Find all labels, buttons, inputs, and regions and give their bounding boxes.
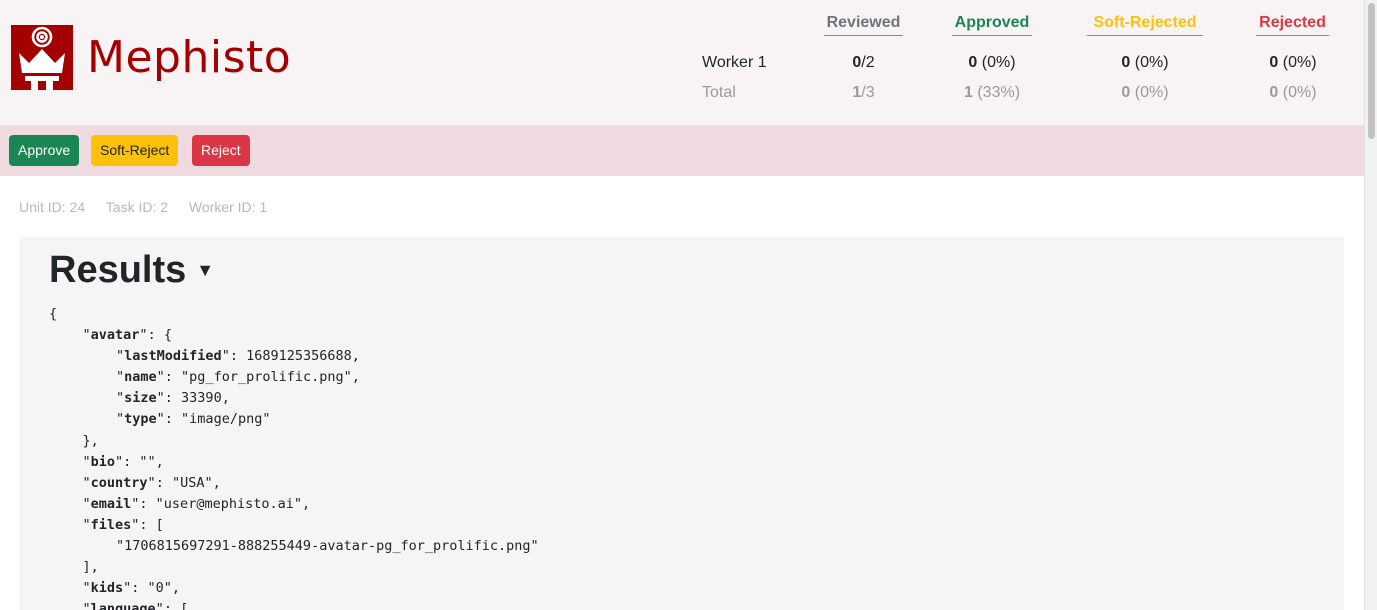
json-line: "language": [: [49, 599, 539, 610]
stat-total-rejected-count: 0: [1269, 84, 1279, 101]
json-value: : "pg_for_prolific.png",: [164, 369, 360, 386]
stat-total-reviewed-total: /3: [861, 84, 875, 101]
stat-total-approved: 1 (33%): [942, 84, 1042, 102]
json-value: : [: [163, 601, 189, 610]
json-key: lastModified: [124, 348, 222, 365]
json-value: : "0",: [131, 580, 181, 597]
json-value: "1706815697291-888255449-avatar-pg_for_p…: [116, 538, 539, 555]
stat-total-approved-pct: (33%): [972, 84, 1021, 101]
json-line: "country": "USA",: [82, 474, 221, 491]
stat-total-soft-rejected-count: 0: [1121, 84, 1131, 101]
json-value: : "USA",: [155, 474, 221, 491]
crown-broadcast-icon: [11, 25, 73, 90]
scrollbar-thumb[interactable]: [1368, 3, 1375, 139]
results-title: Results: [49, 249, 187, 291]
unit-id: Unit ID: 24: [19, 199, 86, 215]
json-line: "1706815697291-888255449-avatar-pg_for_p…: [49, 536, 539, 557]
stat-worker-soft-rejected-pct: (0%): [1130, 54, 1169, 71]
stat-total-rejected-pct: (0%): [1278, 84, 1317, 101]
json-line: "type": "image/png": [116, 411, 271, 428]
stat-header-approved: Approved: [952, 14, 1032, 36]
json-value: },: [82, 432, 99, 449]
json-line: "name": "pg_for_prolific.png",: [116, 369, 360, 386]
json-value: : {: [147, 327, 172, 344]
json-line: "avatar": {: [82, 327, 172, 344]
json-value: : "image/png": [164, 411, 271, 428]
approve-button[interactable]: Approve: [9, 135, 80, 166]
results-toggle[interactable]: Results ▼: [49, 249, 214, 292]
logo: Mephisto: [11, 25, 291, 90]
stat-header-soft-rejected: Soft-Rejected: [1087, 14, 1203, 36]
json-key: bio: [90, 453, 116, 470]
json-value: : "",: [123, 453, 164, 470]
stat-total-reviewed: 1/3: [824, 84, 903, 102]
results-json: { "avatar": { "lastModified": 168912535668…: [49, 304, 539, 610]
task-id: Task ID: 2: [105, 199, 169, 215]
json-line: "files": [: [82, 516, 164, 533]
page-scrollbar[interactable]: [1364, 0, 1377, 610]
stat-worker-soft-rejected: 0 (0%): [1095, 54, 1195, 72]
review-toolbar: Approve Soft-Reject Reject: [0, 125, 1364, 176]
unit-ids: Unit ID: 24 Task ID: 2 Worker ID: 1: [19, 199, 284, 215]
stat-row-label-total: Total: [702, 84, 736, 101]
caret-down-icon: ▼: [196, 260, 215, 280]
json-line: "bio": "",: [82, 453, 164, 470]
stat-worker-reviewed-count: 0: [852, 54, 862, 71]
json-value: : "user@mephisto.ai",: [139, 495, 311, 512]
stat-worker-soft-rejected-count: 0: [1121, 54, 1131, 71]
json-line: ],: [49, 557, 539, 578]
json-key: type: [124, 411, 157, 428]
stat-total-approved-count: 1: [963, 84, 973, 101]
stat-total-soft-rejected-pct: (0%): [1130, 84, 1169, 101]
json-value: ],: [82, 559, 99, 576]
json-key: email: [90, 495, 132, 512]
json-value: : 1689125356688,: [229, 348, 360, 365]
json-line: },: [49, 431, 539, 452]
json-key: kids: [90, 580, 124, 597]
worker-id: Worker ID: 1: [188, 199, 268, 215]
json-value: : 33390,: [164, 390, 230, 407]
json-line: "kids": "0",: [82, 580, 181, 597]
json-line: "lastModified": 1689125356688,: [116, 348, 360, 365]
json-line: "size": 33390,: [116, 390, 230, 407]
stat-worker-approved-count: 0: [968, 54, 978, 71]
json-key: files: [90, 516, 132, 533]
stat-worker-rejected: 0 (0%): [1243, 54, 1343, 72]
json-value: {: [49, 306, 58, 322]
stat-worker-rejected-count: 0: [1269, 54, 1279, 71]
stat-worker-approved: 0 (0%): [942, 54, 1042, 72]
reject-button[interactable]: Reject: [192, 135, 250, 166]
stat-worker-reviewed: 0/2: [824, 54, 903, 72]
json-key: size: [124, 390, 157, 407]
stat-worker-reviewed-total: /2: [861, 54, 875, 71]
json-value: : [: [139, 516, 164, 533]
review-stats: Reviewed Approved Soft-Rejected Rejected…: [690, 0, 1340, 125]
stat-total-soft-rejected: 0 (0%): [1095, 84, 1195, 102]
json-key: avatar: [90, 327, 140, 344]
header: Mephisto Reviewed Approved Soft-Rejected…: [0, 0, 1364, 125]
stat-worker-rejected-pct: (0%): [1278, 54, 1317, 71]
stat-header-rejected: Rejected: [1256, 14, 1329, 36]
soft-reject-button[interactable]: Soft-Reject: [91, 135, 179, 166]
stat-row-label-worker: Worker 1: [702, 54, 767, 71]
stat-total-reviewed-count: 1: [852, 84, 862, 101]
review-page: Mephisto Reviewed Approved Soft-Rejected…: [0, 0, 1364, 610]
json-key: name: [124, 369, 157, 386]
json-key: language: [90, 601, 156, 610]
stat-total-rejected: 0 (0%): [1243, 84, 1343, 102]
stat-worker-approved-pct: (0%): [977, 54, 1016, 71]
results-panel: Results ▼ { "avatar": { "lastModified": 16…: [19, 237, 1344, 610]
json-key: country: [90, 474, 148, 491]
json-line: "email": "user@mephisto.ai",: [82, 495, 311, 512]
brand-name: Mephisto: [87, 31, 292, 83]
json-line: {: [49, 304, 539, 325]
stat-header-reviewed: Reviewed: [824, 14, 903, 36]
